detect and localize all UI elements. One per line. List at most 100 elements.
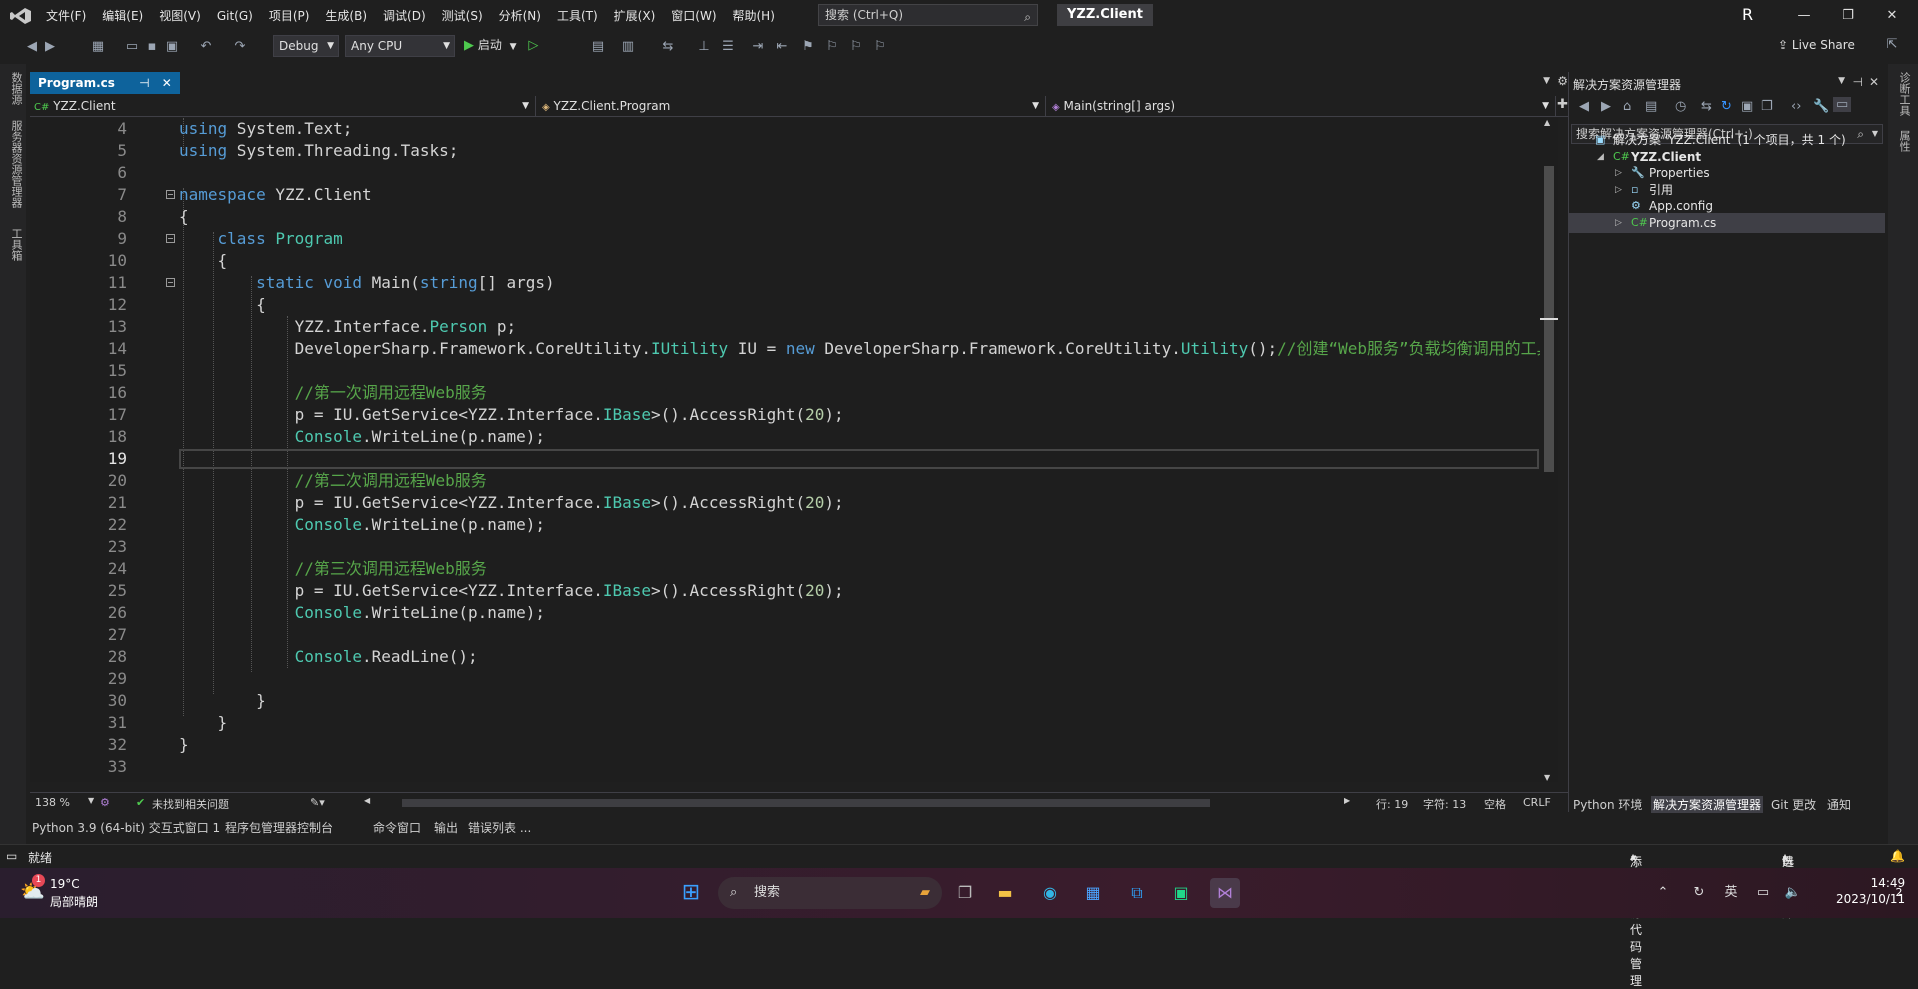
tab-command-window[interactable]: 命令窗口 [373, 819, 421, 836]
scroll-up-icon[interactable]: ▲ [1544, 118, 1550, 127]
step-icon[interactable]: ⇆ [660, 39, 676, 55]
tray-chevron-icon[interactable]: ⌃ [1648, 878, 1678, 908]
platform-select[interactable]: Any CPU ▼ [345, 35, 455, 57]
tab-list-icon[interactable]: ▼ [1543, 76, 1550, 86]
whitespace-indicator[interactable]: 空格 [1484, 796, 1506, 812]
save-all-icon[interactable]: ▣ [164, 39, 180, 55]
start-button[interactable]: ▶ 启动 ▼ ▷ [464, 36, 538, 53]
select-repo-button[interactable]: ▤ 选择仓库 ▴ [1782, 849, 1794, 920]
rail-toolbox[interactable]: 工具箱 [8, 228, 24, 261]
brush-icon[interactable]: ✎▾ [310, 796, 325, 809]
menu-file[interactable]: 文件(F) [38, 8, 94, 25]
settings-icon[interactable]: ⚙ [1557, 74, 1568, 88]
menu-help[interactable]: 帮助(H) [725, 8, 783, 25]
menu-extensions[interactable]: 扩展(X) [606, 8, 664, 25]
minimize-icon[interactable]: — [1784, 4, 1824, 28]
intellicode-icon[interactable]: ⚙ [100, 796, 110, 809]
close-tab-icon[interactable]: ✕ [162, 76, 172, 90]
forward-icon[interactable]: ▶ [1601, 99, 1611, 114]
live-share-button[interactable]: ⇪ Live Share [1778, 38, 1855, 52]
taskbar-search[interactable]: ⌕ 搜索 ▰ [718, 877, 942, 909]
next-bookmark-icon[interactable]: ⚐ [848, 39, 864, 55]
tab-output[interactable]: 输出 [434, 819, 458, 836]
preview-icon[interactable]: ▭ [1833, 97, 1852, 112]
view-code-icon[interactable]: ‹› [1791, 99, 1801, 114]
tab-python-env[interactable]: Python 环境 [1573, 796, 1642, 813]
menu-test[interactable]: 测试(S) [434, 8, 491, 25]
save-icon[interactable]: ▪ [144, 39, 160, 55]
solution-icon[interactable]: ▤ [590, 39, 606, 55]
home-icon[interactable]: ⌂ [1623, 99, 1631, 114]
scroll-right-icon[interactable]: ▶ [1344, 796, 1350, 805]
tab-python-interactive[interactable]: Python 3.9 (64-bit) 交互式窗口 1 [32, 819, 220, 836]
zoom-select[interactable]: 138 % [35, 796, 70, 809]
chevron-down-icon[interactable]: ▼ [1838, 76, 1845, 86]
undo-icon[interactable]: ↶ [198, 39, 214, 55]
menu-edit[interactable]: 编辑(E) [94, 8, 151, 25]
tab-git-changes[interactable]: Git 更改 [1771, 796, 1816, 813]
config-select[interactable]: Debug ▼ [273, 35, 339, 57]
menu-debug[interactable]: 调试(D) [375, 8, 434, 25]
open-icon[interactable]: ▭ [124, 39, 140, 55]
restore-icon[interactable]: ❐ [1828, 4, 1868, 28]
start-icon[interactable]: ⊞ [676, 878, 706, 908]
pin-icon[interactable]: ⊣ [139, 76, 149, 90]
refresh-icon[interactable]: ↻ [1721, 99, 1732, 114]
network-icon[interactable]: ▭ [1748, 878, 1778, 908]
global-search-input[interactable]: 搜索 (Ctrl+Q) ⌕ [818, 4, 1038, 26]
close-icon[interactable]: ✕ [1869, 75, 1879, 89]
rail-server-explorer[interactable]: 服务器资源管理器 [8, 120, 24, 208]
eol-indicator[interactable]: CRLF [1523, 796, 1551, 809]
volume-icon[interactable]: 🔈 [1778, 878, 1808, 908]
show-all-files-icon[interactable]: ❐ [1761, 99, 1773, 114]
editor-vertical-scrollbar[interactable]: ▲ ▼ [1540, 118, 1558, 782]
prev-bookmark-icon[interactable]: ⚐ [824, 39, 840, 55]
collapse-icon[interactable] [166, 190, 175, 199]
tab-error-list[interactable]: 错误列表 ... [468, 819, 531, 836]
notification-count[interactable]: 2 [1884, 878, 1914, 908]
task-view-icon[interactable]: ❐ [950, 878, 980, 908]
scroll-left-icon[interactable]: ◀ [364, 796, 370, 805]
add-source-control-button[interactable]: ↑ 添加到源代码管理 ▴ [1630, 849, 1642, 988]
pending-changes-icon[interactable]: ◷ [1675, 99, 1686, 114]
align-icon[interactable]: ⊥ [696, 39, 712, 55]
issues-status[interactable]: 未找到相关问题 [152, 796, 229, 812]
rail-diagnostic-tools[interactable]: 诊断工具 [1896, 72, 1912, 116]
collapse-icon[interactable] [166, 234, 175, 243]
split-icon[interactable]: ✚ [1557, 97, 1568, 112]
menu-analyze[interactable]: 分析(N) [491, 8, 549, 25]
nav-member-select[interactable]: ◈ Main(string[] args) ▼ [1048, 96, 1556, 116]
tab-notifications[interactable]: 通知 [1827, 796, 1851, 813]
horizontal-scrollbar-thumb[interactable] [402, 799, 1210, 807]
tree-item[interactable]: ▷ C# Program.cs [1569, 212, 1885, 233]
menu-build[interactable]: 生成(B) [317, 8, 375, 25]
collapsed-chevron-icon[interactable]: ▷ [1615, 213, 1622, 233]
account-avatar[interactable]: R [1742, 5, 1753, 24]
back-icon[interactable]: ◀ [24, 39, 40, 55]
clear-bookmark-icon[interactable]: ⚐ [872, 39, 888, 55]
file-explorer-icon[interactable]: ▬ [990, 878, 1020, 908]
visual-studio-taskbar-icon[interactable]: ⋈ [1210, 878, 1240, 908]
sync-tray-icon[interactable]: ↻ [1684, 878, 1714, 908]
bell-icon[interactable]: 🔔 [1890, 849, 1905, 863]
tab-package-manager[interactable]: 程序包管理器控制台 [225, 819, 333, 836]
pin-icon[interactable]: ⊣ [1853, 75, 1863, 89]
collapse-all-icon[interactable]: ▣ [1741, 99, 1753, 114]
message-icon[interactable]: ▭ [6, 849, 17, 863]
switch-view-icon[interactable]: ▤ [1645, 99, 1657, 114]
menu-project[interactable]: 项目(P) [261, 8, 318, 25]
tab-solution-explorer[interactable]: 解决方案资源管理器 [1651, 796, 1764, 813]
vscode-icon[interactable]: ⧉ [1122, 878, 1152, 908]
close-icon[interactable]: ✕ [1872, 4, 1912, 28]
code-editor[interactable]: 4 using System.Text; 5 using System.Threadi… [30, 118, 1540, 782]
datagrip-icon[interactable]: ▣ [1166, 878, 1196, 908]
format-icon[interactable]: ☰ [720, 39, 736, 55]
rail-data-sources[interactable]: 数据源 [8, 72, 24, 105]
layout-icon[interactable]: ▥ [620, 39, 636, 55]
scroll-down-icon[interactable]: ▼ [1544, 773, 1550, 782]
menu-view[interactable]: 视图(V) [151, 8, 209, 25]
properties-icon[interactable]: 🔧 [1813, 99, 1829, 114]
menu-git[interactable]: Git(G) [209, 8, 261, 25]
rail-properties[interactable]: 属性 [1896, 130, 1912, 152]
indent-icon[interactable]: ⇥ [750, 39, 766, 55]
